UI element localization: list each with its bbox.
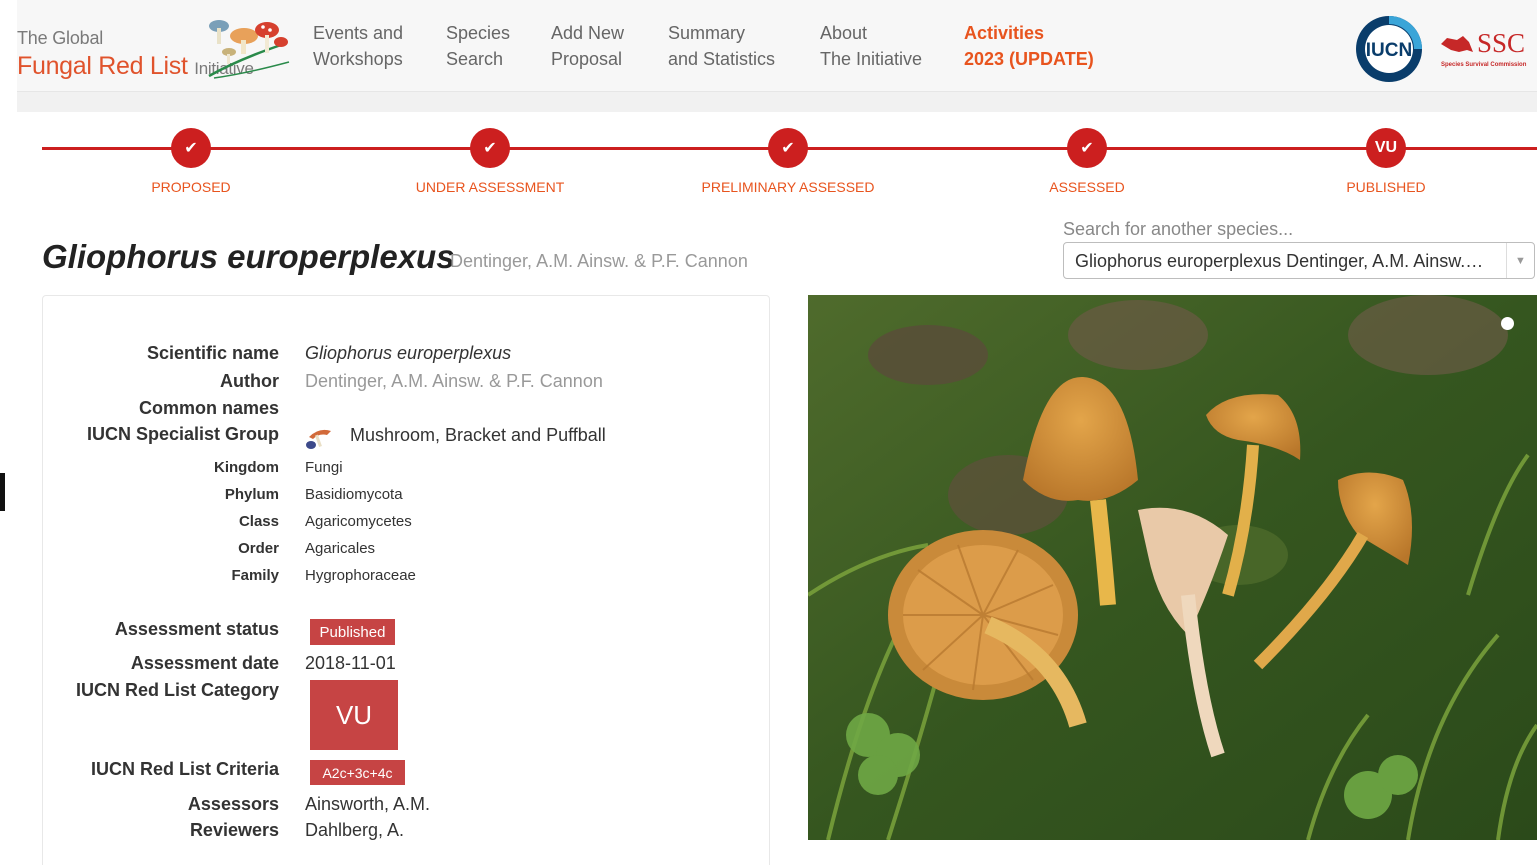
header-divider-band bbox=[17, 92, 1537, 112]
order-value: Agaricales bbox=[305, 540, 376, 557]
phylum-label: Phylum bbox=[224, 486, 279, 503]
assessment-status-badge: Published bbox=[310, 619, 395, 645]
scientific-name-label: Scientific name bbox=[146, 343, 279, 363]
carousel-indicator-dot[interactable] bbox=[1501, 317, 1514, 330]
order-label: Order bbox=[238, 540, 279, 557]
author-value: Dentinger, A.M. Ainsw. & P.F. Cannon bbox=[305, 371, 603, 391]
species-search-select[interactable]: Gliophorus europerplexus Dentinger, A.M.… bbox=[1063, 242, 1535, 279]
nav-about-line2: The Initiative bbox=[820, 49, 923, 69]
nav-add-proposal[interactable]: Add New Proposal bbox=[551, 20, 624, 72]
step-preliminary-label: PRELIMINARY ASSESSED bbox=[701, 179, 875, 195]
step-assessed-label: ASSESSED bbox=[1049, 179, 1125, 195]
red-list-criteria-badge: A2c+3c+4c bbox=[310, 760, 405, 785]
step-published-vu-badge: VU bbox=[1366, 128, 1406, 168]
iucn-logo[interactable]: IUCN bbox=[1352, 14, 1426, 84]
nav-activities-2023[interactable]: Activities 2023 (UPDATE) bbox=[964, 20, 1094, 72]
species-photo[interactable] bbox=[808, 295, 1537, 840]
nav-activities-line2: 2023 (UPDATE) bbox=[964, 49, 1094, 69]
assessors-label: Assessors bbox=[187, 794, 279, 814]
site-header: The Global Fungal Red List Initiative Ev… bbox=[17, 0, 1537, 92]
class-value: Agaricomycetes bbox=[305, 513, 412, 530]
step-under-assessment-check-icon: ✔ bbox=[470, 128, 510, 168]
mushroom-logo-icon bbox=[208, 20, 290, 79]
species-title-author: Dentinger, A.M. Ainsw. & P.F. Cannon bbox=[450, 251, 748, 271]
species-search-value: Gliophorus europerplexus Dentinger, A.M.… bbox=[1075, 251, 1484, 271]
red-list-category-label: IUCN Red List Category bbox=[75, 680, 279, 700]
nav-events-workshops[interactable]: Events and Workshops bbox=[313, 20, 403, 72]
step-proposed-label: PROPOSED bbox=[151, 179, 231, 195]
assessors-value: Ainsworth, A.M. bbox=[305, 794, 431, 814]
step-proposed-check-icon: ✔ bbox=[171, 128, 211, 168]
mushroom-group-icon bbox=[306, 429, 331, 449]
iucn-logo-text: IUCN bbox=[1366, 40, 1412, 61]
nav-summary-line1: Summary bbox=[668, 23, 746, 43]
species-title: Gliophorus europerplexus bbox=[42, 238, 455, 275]
ssc-logo-subtext: Species Survival Commission bbox=[1441, 62, 1527, 68]
step-preliminary-check-icon: ✔ bbox=[768, 128, 808, 168]
nav-events-line1: Events and bbox=[313, 23, 404, 43]
nav-species-line2: Search bbox=[446, 49, 504, 69]
mushroom-photo-image bbox=[808, 295, 1537, 840]
nav-species-line1: Species bbox=[446, 23, 511, 43]
author-label: Author bbox=[220, 371, 279, 391]
assessment-date-value: 2018-11-01 bbox=[305, 653, 396, 673]
nav-about-line1: About bbox=[820, 23, 868, 43]
phylum-value: Basidiomycota bbox=[305, 486, 403, 503]
family-label: Family bbox=[231, 567, 279, 584]
specialist-group-label: IUCN Specialist Group bbox=[86, 424, 279, 444]
family-value: Hygrophoraceae bbox=[305, 567, 416, 584]
ssc-logo[interactable]: SSC Species Survival Commission bbox=[1439, 28, 1537, 70]
edge-artifact bbox=[0, 473, 5, 511]
nav-events-line2: Workshops bbox=[313, 49, 403, 69]
class-label: Class bbox=[238, 513, 279, 530]
nav-activities-line1: Activities bbox=[964, 23, 1045, 43]
nav-summary-statistics[interactable]: Summary and Statistics bbox=[668, 20, 775, 72]
specialist-group-value[interactable]: Mushroom, Bracket and Puffball bbox=[350, 425, 606, 446]
assessment-status-label: Assessment status bbox=[114, 619, 279, 639]
reviewers-value: Dahlberg, A. bbox=[305, 820, 405, 840]
logo-line2-main: Fungal Red List bbox=[17, 52, 188, 80]
site-logo[interactable]: The Global Fungal Red List Initiative bbox=[17, 14, 307, 84]
kingdom-label: Kingdom bbox=[214, 459, 279, 476]
ssc-rhino-icon: SSC Species Survival Commission bbox=[1441, 28, 1527, 68]
step-under-assessment-label: UNDER ASSESSMENT bbox=[415, 179, 565, 195]
common-names-label: Common names bbox=[138, 398, 279, 418]
ssc-logo-text: SSC bbox=[1477, 30, 1525, 58]
kingdom-value: Fungi bbox=[305, 459, 343, 476]
chevron-down-icon[interactable]: ▼ bbox=[1506, 243, 1534, 278]
nav-about-initiative[interactable]: About The Initiative bbox=[820, 20, 922, 72]
logo-line1: The Global bbox=[17, 28, 104, 48]
nav-species-search[interactable]: Species Search bbox=[446, 20, 510, 72]
assessment-date-label: Assessment date bbox=[130, 653, 279, 673]
scientific-name-value: Gliophorus europerplexus bbox=[305, 343, 512, 363]
step-published-label: PUBLISHED bbox=[1346, 179, 1426, 195]
nav-add-line2: Proposal bbox=[551, 49, 623, 69]
red-list-category-badge: VU bbox=[310, 680, 398, 750]
step-assessed-check-icon: ✔ bbox=[1067, 128, 1107, 168]
red-list-criteria-label: IUCN Red List Criteria bbox=[90, 759, 279, 779]
reviewers-label: Reviewers bbox=[189, 820, 279, 840]
nav-add-line1: Add New bbox=[551, 23, 625, 43]
nav-summary-line2: and Statistics bbox=[668, 49, 776, 69]
species-search-hint: Search for another species... bbox=[1063, 219, 1294, 239]
iucn-ring-icon: IUCN bbox=[1356, 16, 1422, 82]
